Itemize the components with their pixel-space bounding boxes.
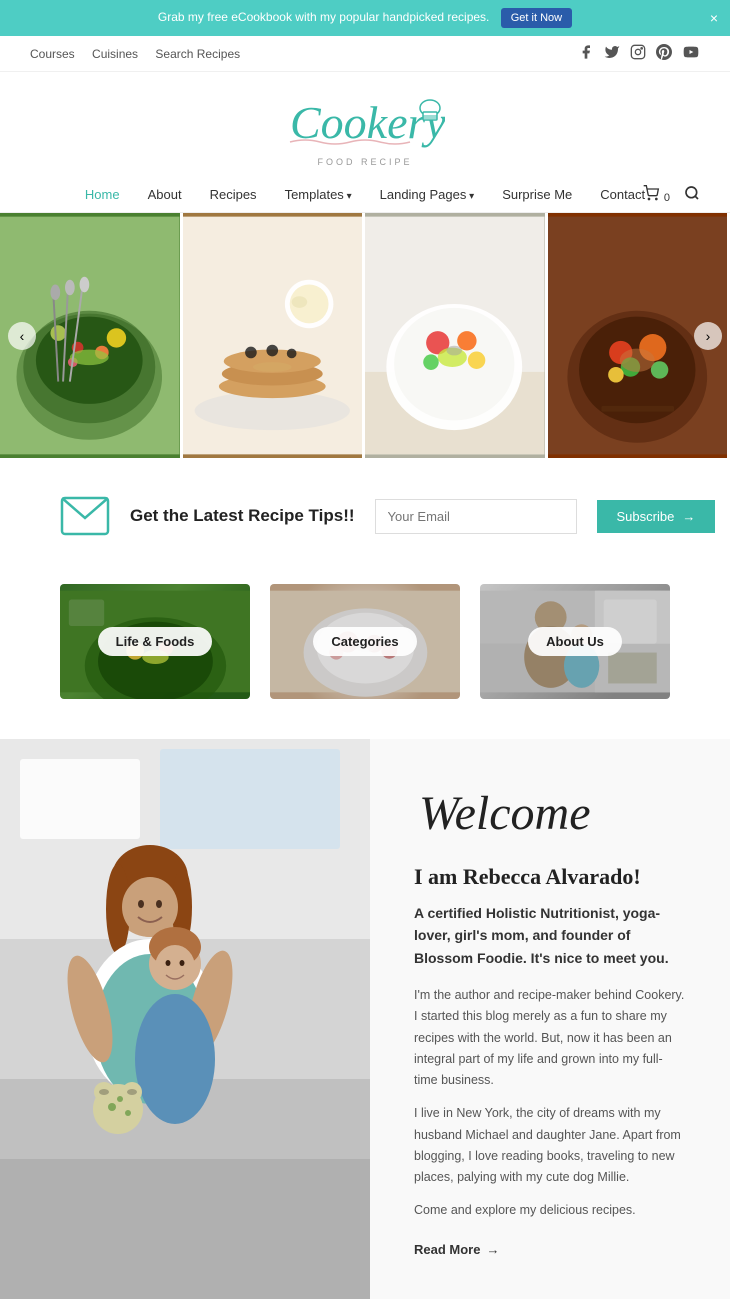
category-about-us[interactable]: About Us [480, 584, 670, 699]
welcome-image [0, 739, 370, 1299]
youtube-icon[interactable] [682, 44, 700, 63]
slide-2 [183, 213, 366, 458]
nav-home[interactable]: Home [85, 187, 120, 202]
announcement-text: Grab my free eCookbook with my popular h… [158, 10, 490, 24]
category-overlay-2: Categories [270, 584, 460, 699]
top-nav-links: Courses Cuisines Search Recipes [30, 47, 254, 61]
welcome-section: Welcome I am Rebecca Alvarado! A certifi… [0, 739, 730, 1299]
category-label-3: About Us [528, 627, 622, 656]
read-more-link[interactable]: Read More [414, 1242, 499, 1257]
category-life-foods[interactable]: Life & Foods [60, 584, 250, 699]
hero-slider: ‹ › [0, 213, 730, 458]
top-nav-cuisines[interactable]: Cuisines [92, 47, 138, 61]
welcome-content: Welcome I am Rebecca Alvarado! A certifi… [370, 739, 730, 1299]
mail-icon [60, 496, 110, 536]
instagram-icon[interactable] [630, 44, 646, 63]
welcome-subtitle: A certified Holistic Nutritionist, yoga-… [414, 902, 686, 969]
subscribe-button[interactable]: Subscribe → [597, 500, 716, 533]
top-nav-courses[interactable]: Courses [30, 47, 75, 61]
nav-surprise-me[interactable]: Surprise Me [502, 187, 572, 202]
email-input[interactable] [375, 499, 577, 534]
subscribe-label: Subscribe [617, 509, 675, 524]
logo-area: Cookery FOOD RECIPE [0, 72, 730, 177]
category-label-2: Categories [313, 627, 416, 656]
nav-landing-pages[interactable]: Landing Pages [380, 187, 475, 202]
cart-icon[interactable]: 0 [642, 185, 670, 204]
category-overlay-1: Life & Foods [60, 584, 250, 699]
slider-prev-button[interactable]: ‹ [8, 322, 36, 350]
welcome-para-2: I live in New York, the city of dreams w… [414, 1103, 686, 1188]
facebook-icon[interactable] [578, 44, 594, 63]
logo-text[interactable]: Cookery [285, 90, 445, 161]
slide-3 [365, 213, 548, 458]
welcome-para-3: Come and explore my delicious recipes. [414, 1200, 686, 1221]
category-categories[interactable]: Categories [270, 584, 460, 699]
welcome-heading: Welcome [414, 779, 686, 850]
category-label-1: Life & Foods [98, 627, 213, 656]
newsletter-title: Get the Latest Recipe Tips!! [130, 506, 355, 526]
welcome-name: I am Rebecca Alvarado! [414, 864, 686, 890]
nav-recipes[interactable]: Recipes [210, 187, 257, 202]
subscribe-arrow: → [682, 509, 695, 524]
pinterest-icon[interactable] [656, 44, 672, 63]
nav-about[interactable]: About [148, 187, 182, 202]
nav-templates[interactable]: Templates [285, 187, 352, 202]
svg-text:Welcome: Welcome [419, 787, 591, 839]
category-section: Life & Foods Categories [0, 574, 730, 739]
close-icon[interactable]: × [710, 10, 718, 26]
top-nav: Courses Cuisines Search Recipes [0, 36, 730, 72]
nav-contact[interactable]: Contact [600, 187, 645, 202]
slider-next-button[interactable]: › [694, 322, 722, 350]
main-nav: Home About Recipes Templates Landing Pag… [0, 177, 730, 213]
category-overlay-3: About Us [480, 584, 670, 699]
announcement-bar: Grab my free eCookbook with my popular h… [0, 0, 730, 36]
top-nav-search-recipes[interactable]: Search Recipes [155, 47, 240, 61]
get-it-button[interactable]: Get it Now [501, 8, 572, 28]
newsletter-section: Get the Latest Recipe Tips!! Subscribe → [0, 458, 730, 574]
social-icons [578, 44, 700, 63]
twitter-icon[interactable] [604, 44, 620, 63]
welcome-para-1: I'm the author and recipe-maker behind C… [414, 985, 686, 1091]
search-icon[interactable] [684, 185, 700, 205]
